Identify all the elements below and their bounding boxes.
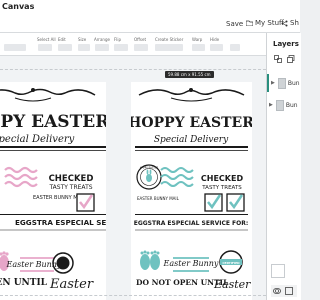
edit-button[interactable] [58, 44, 72, 51]
card-title: HOPPY EASTER [0, 112, 106, 132]
checked-label: CHECKED [49, 174, 94, 184]
create-sticker-label: Create Sticker [155, 37, 184, 42]
warp-button[interactable] [192, 44, 205, 51]
postal-waves [160, 167, 194, 187]
footer-label: DO NOT OPEN UNTIL [0, 278, 48, 288]
save-button[interactable]: Save [226, 20, 243, 28]
select-all-button[interactable] [38, 44, 52, 51]
dimension-badge: 59.88 cm x 91.55 cm [165, 71, 214, 78]
slice-icon[interactable] [273, 287, 281, 295]
layer-thumbnail [277, 77, 286, 89]
layers-panel: Layers ▶ Bun ▶ Bun [266, 33, 301, 300]
warp-label: Warp [192, 37, 203, 42]
share-button[interactable]: Sh [281, 18, 299, 28]
flip-label: Flip [114, 37, 122, 42]
edit-label: Edit [58, 37, 66, 42]
divider [135, 150, 248, 151]
footer-easter: Easter [49, 277, 94, 292]
checkbox-icon [76, 193, 95, 212]
layer-item[interactable]: ▶ Bun [267, 74, 303, 92]
layer-item[interactable]: ▶ Bun [267, 96, 301, 114]
bunny-mail-label: EASTER BUNNY MAIL [137, 196, 180, 201]
operation-select[interactable] [4, 44, 26, 51]
layer-label: Bun [287, 79, 300, 87]
my-stuff-button[interactable]: My Stuff [246, 18, 284, 28]
size-label: Size [78, 37, 87, 42]
divider [0, 150, 106, 151]
offset-button[interactable] [134, 44, 148, 51]
edit-toolbar: Select All Edit Size Arrange Flip Offset… [0, 33, 266, 56]
combine-icon[interactable] [285, 287, 293, 295]
design-card-right[interactable]: HOPPY EASTER Special Delivery HAPPY EAST… [131, 82, 252, 300]
checkbox-icon [204, 193, 223, 212]
divider [0, 214, 106, 215]
title-bar: Canvas Save My Stuff Sh [0, 0, 300, 33]
app-window: Canvas Save My Stuff Sh Select All Edit … [0, 0, 301, 300]
offset-label: Offset [134, 37, 147, 42]
from-label: Easter Bunny [163, 259, 219, 268]
design-card-left[interactable]: HOPPY EASTER Special Delivery CHECKED TA… [0, 82, 106, 300]
layers-title: Layers [273, 40, 299, 48]
my-stuff-label: My Stuff [255, 19, 284, 27]
layer-actions-bar [271, 285, 297, 297]
tasty-treats-label: TASTY TREATS [201, 185, 242, 191]
share-label: Sh [290, 19, 299, 27]
checked-label: CHECKED [201, 174, 244, 183]
app-title: Canvas [2, 2, 35, 11]
design-canvas[interactable]: 59.88 cm x 91.55 cm HOPPY EASTER Special… [0, 56, 266, 300]
expand-arrow-icon[interactable]: ▶ [271, 80, 275, 86]
hide-button[interactable] [210, 44, 223, 51]
duplicate-icon[interactable] [287, 55, 295, 63]
footer-easter: Easter [213, 278, 251, 291]
folder-icon [246, 20, 253, 26]
stamp-text: HAPPY EASTER [140, 166, 159, 170]
expand-arrow-icon[interactable]: ▶ [269, 102, 273, 108]
flip-button[interactable] [114, 44, 128, 51]
arrange-button[interactable] [95, 44, 109, 51]
grid-line [0, 295, 266, 296]
service-label: EGGSTRA ESPECIAL SERVICE FOR: [134, 220, 249, 227]
hide-label: Hide [210, 37, 220, 42]
bunny-feet-icon [140, 250, 160, 270]
divider [0, 146, 106, 148]
share-icon [281, 20, 288, 26]
card-subtitle: Special Delivery [0, 134, 75, 145]
select-all-label: Select All [37, 37, 56, 42]
tasty-treats-label: TASTY TREATS [48, 184, 92, 191]
layer-thumbnail [275, 99, 284, 111]
size-control[interactable] [78, 44, 90, 51]
divider [135, 146, 248, 148]
service-label: EGGSTRA ESPECIAL SERVICE FOR: [15, 218, 106, 227]
certified-label: CERTIFIED [222, 261, 240, 265]
layer-label: Bun [285, 101, 298, 109]
flourish-top [0, 88, 96, 102]
group-icon[interactable] [274, 55, 282, 63]
card-title: HOPPY EASTER [131, 115, 252, 131]
blank-canvas-swatch[interactable] [271, 264, 285, 278]
arrange-label: Arrange [94, 37, 110, 42]
flourish-top [138, 88, 245, 102]
checkbox-icon [226, 193, 245, 212]
grid-line [0, 69, 266, 70]
postal-waves [4, 166, 38, 188]
card-subtitle: Special Delivery [154, 135, 229, 145]
divider [135, 214, 248, 215]
create-sticker-button[interactable] [155, 44, 183, 51]
more-button[interactable] [230, 44, 240, 51]
